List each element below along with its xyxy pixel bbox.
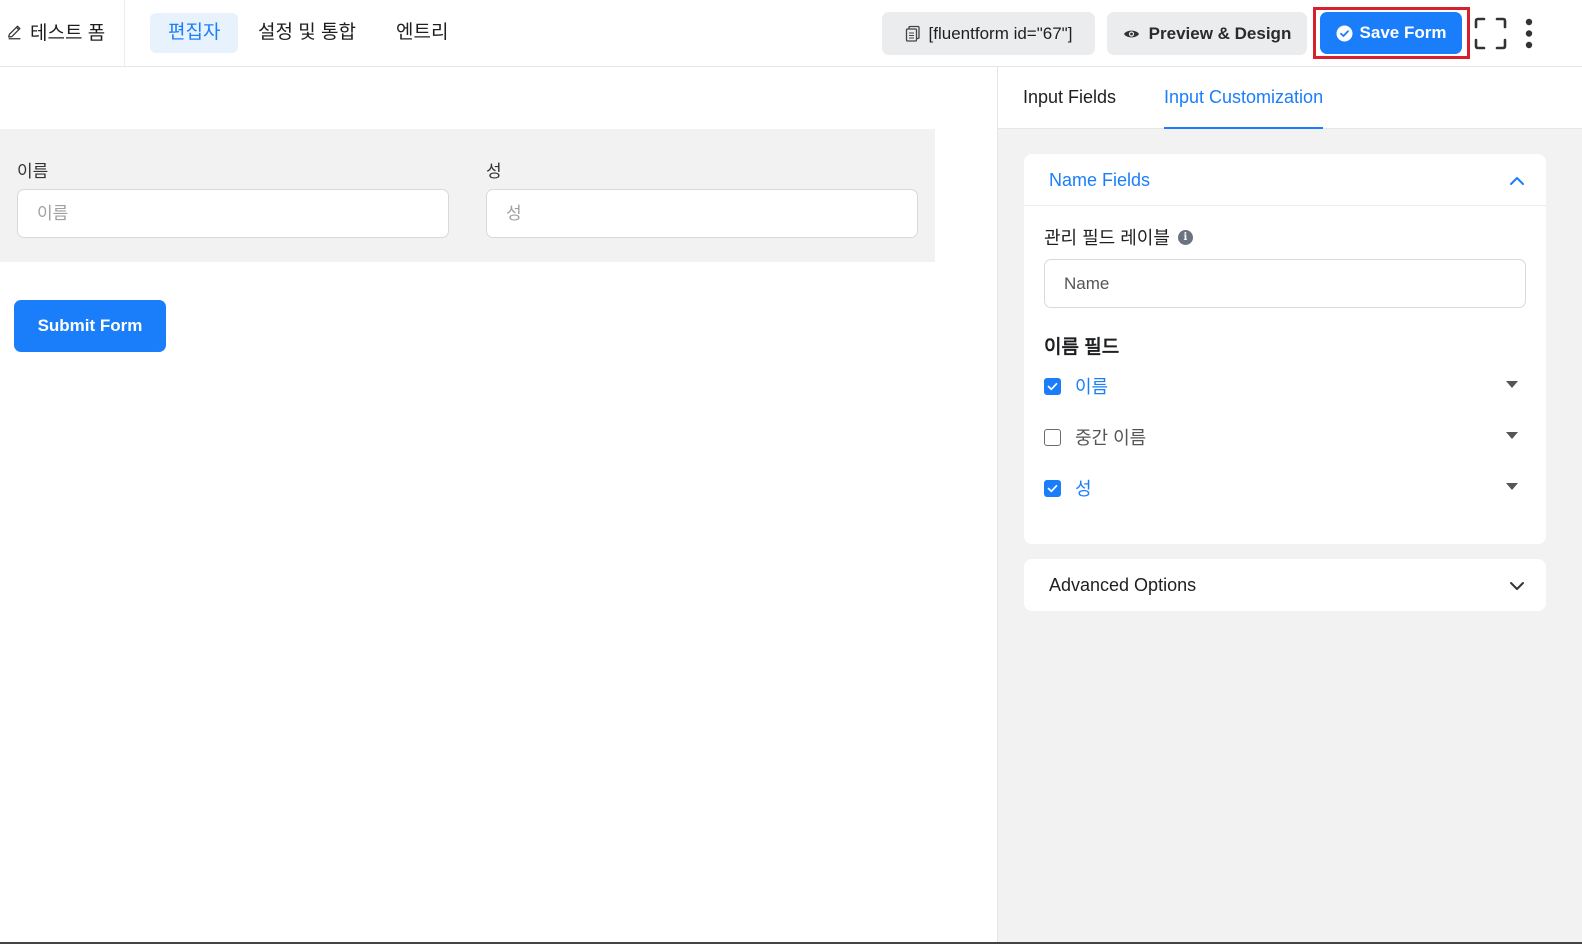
tab-entries[interactable]: 엔트리 [378, 13, 466, 53]
tab-settings-integrations[interactable]: 설정 및 통합 [240, 13, 374, 53]
admin-field-label: 관리 필드 레이블 i [1044, 224, 1193, 250]
tab-editor[interactable]: 편집자 [150, 13, 239, 53]
last-name-checkbox[interactable] [1044, 480, 1061, 497]
first-name-input[interactable]: 이름 [17, 189, 449, 238]
preview-design-label: Preview & Design [1148, 23, 1292, 43]
more-options-icon[interactable] [1521, 17, 1537, 50]
preview-design-button[interactable]: Preview & Design [1107, 12, 1307, 55]
admin-field-label-text: 관리 필드 레이블 [1044, 228, 1170, 248]
last-name-label: 성 [486, 162, 502, 181]
middle-name-checkbox[interactable] [1044, 429, 1061, 446]
settings-panel: Input Fields Input Customization Name Fi… [997, 67, 1582, 943]
title-divider [124, 0, 125, 66]
advanced-options-card[interactable]: Advanced Options [1024, 559, 1546, 611]
option-last-name[interactable]: 성 [1044, 473, 1526, 503]
shortcode-copy-button[interactable]: [fluentform id="67"] [882, 12, 1095, 55]
panel-tabs: Input Fields Input Customization [998, 67, 1582, 129]
tab-input-customization[interactable]: Input Customization [1164, 87, 1324, 129]
fullscreen-icon[interactable] [1474, 17, 1507, 50]
pencil-icon [8, 25, 21, 39]
check-circle-icon [1336, 25, 1353, 41]
chevron-down-icon[interactable] [1508, 577, 1526, 595]
tab-input-fields[interactable]: Input Fields [1023, 87, 1116, 129]
form-title-text: 테스트 폼 [30, 23, 106, 44]
caret-down-icon[interactable] [1506, 483, 1518, 490]
name-fields-card: Name Fields 관리 필드 레이블 i Name 이름 필드 이름 중간… [1024, 154, 1546, 544]
submit-form-button[interactable]: Submit Form [14, 300, 166, 352]
save-form-button[interactable]: Save Form [1320, 12, 1462, 54]
caret-down-icon[interactable] [1506, 432, 1518, 439]
middle-name-option-label: 중간 이름 [1075, 428, 1147, 448]
checkmark-icon [1047, 382, 1058, 391]
name-fields-header[interactable]: Name Fields [1024, 154, 1546, 206]
info-icon[interactable]: i [1177, 229, 1193, 245]
shortcode-text: [fluentform id="67"] [928, 23, 1073, 43]
last-name-input[interactable]: 성 [486, 189, 918, 238]
first-name-checkbox[interactable] [1044, 378, 1061, 395]
option-first-name[interactable]: 이름 [1044, 371, 1526, 401]
last-name-option-label: 성 [1075, 479, 1092, 499]
checkmark-icon [1047, 484, 1058, 493]
name-fields-heading: 이름 필드 [1044, 337, 1120, 358]
copy-icon [905, 25, 920, 42]
chevron-up-icon[interactable] [1508, 172, 1526, 190]
first-name-label: 이름 [17, 162, 49, 181]
window-bottom-edge [0, 942, 1582, 944]
top-bar: 테스트 폼 편집자 설정 및 통합 엔트리 [fluentform id="67… [0, 0, 1582, 67]
advanced-options-title: Advanced Options [1049, 575, 1197, 595]
caret-down-icon[interactable] [1506, 381, 1518, 388]
first-name-option-label: 이름 [1075, 377, 1109, 397]
save-form-label: Save Form [1359, 23, 1447, 42]
form-title[interactable]: 테스트 폼 [6, 18, 105, 45]
eye-icon [1123, 30, 1139, 37]
option-middle-name[interactable]: 중간 이름 [1044, 422, 1526, 452]
admin-field-label-input[interactable]: Name [1044, 259, 1526, 308]
name-fields-title: Name Fields [1049, 170, 1151, 190]
